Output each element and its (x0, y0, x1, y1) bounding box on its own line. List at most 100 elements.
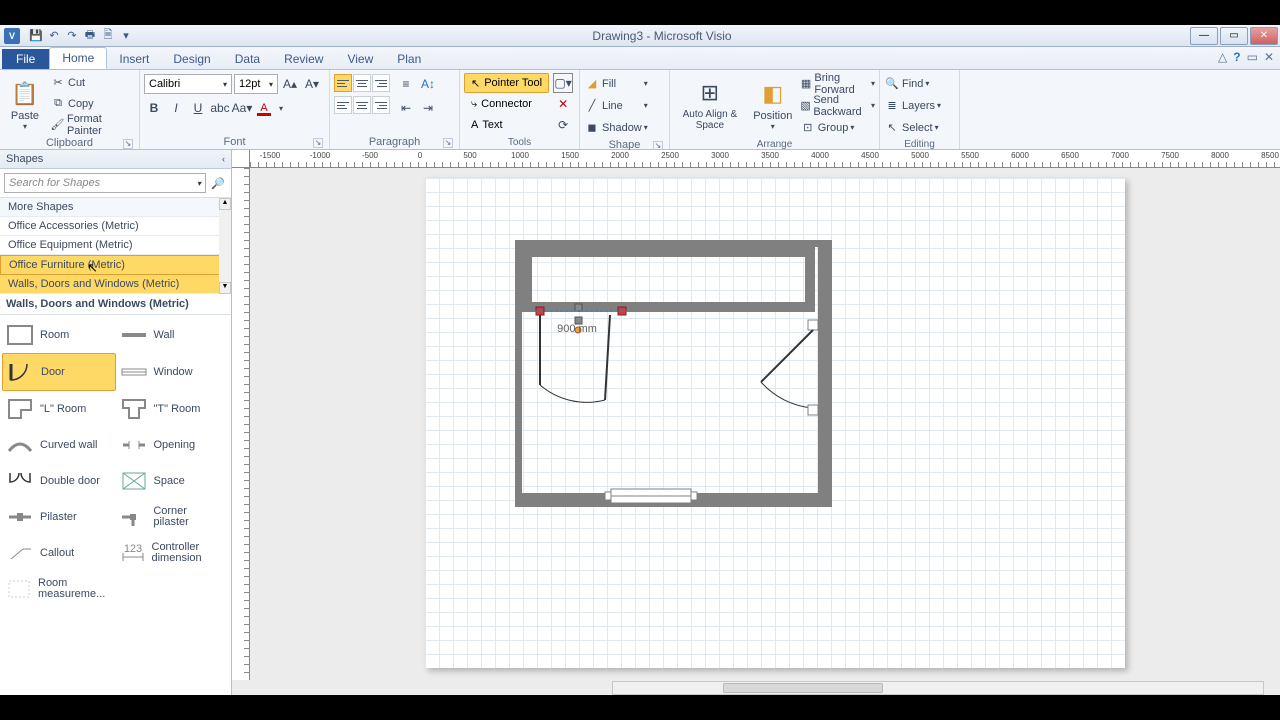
shape-space[interactable]: Space (116, 463, 230, 499)
drawing-canvas[interactable]: 900 mm (250, 168, 1280, 680)
search-dropdown-icon[interactable]: ▾ (197, 179, 201, 188)
shape-room[interactable]: Room (2, 317, 116, 353)
strikethrough-button[interactable]: abc (210, 98, 230, 118)
shape-pilaster[interactable]: Pilaster (2, 499, 116, 535)
floor-plan-drawing[interactable]: 900 mm (515, 240, 835, 520)
qat-dropdown-icon[interactable]: ▾ (118, 28, 134, 44)
shape-corner-pilaster[interactable]: Corner pilaster (116, 499, 230, 535)
selected-door-shape[interactable]: 900 mm (535, 304, 627, 402)
shape-t-room[interactable]: "T" Room (116, 391, 230, 427)
align-top-center-button[interactable] (353, 74, 371, 92)
window-restore-icon[interactable]: ▭ (1247, 50, 1258, 64)
ribbon-minimize-icon[interactable]: △ (1218, 50, 1227, 64)
copy-button[interactable]: ⧉Copy (50, 93, 135, 114)
tab-home[interactable]: Home (49, 47, 107, 69)
rotate-icon[interactable]: ⟳ (553, 115, 573, 135)
shrink-font-button[interactable]: A▾ (302, 74, 322, 94)
font-color-button[interactable]: A (254, 98, 274, 118)
decrease-indent-button[interactable]: ⇤ (396, 98, 416, 118)
shadow-button[interactable]: ◼Shadow▾ (584, 117, 648, 138)
tab-design[interactable]: Design (161, 49, 222, 69)
increase-indent-button[interactable]: ⇥ (418, 98, 438, 118)
minimize-button[interactable]: — (1190, 27, 1218, 45)
drawing-page[interactable]: 900 mm (425, 178, 1125, 668)
maximize-button[interactable]: ▭ (1220, 27, 1248, 45)
shape-callout[interactable]: Callout (2, 535, 116, 571)
stencil-office-equipment[interactable]: Office Equipment (Metric) (0, 236, 231, 255)
shapes-search-input[interactable]: Search for Shapes ▾ (4, 173, 206, 193)
select-button[interactable]: ↖Select▾ (884, 117, 941, 138)
fill-button[interactable]: ◢Fill▾ (584, 73, 648, 94)
shape-double-door[interactable]: Double door (2, 463, 116, 499)
save-icon[interactable]: 💾 (28, 28, 44, 44)
shape-controller-dimension[interactable]: 123Controller dimension (116, 535, 230, 571)
bottom-window-shape[interactable] (605, 489, 697, 503)
stencil-office-furniture[interactable]: Office Furniture (Metric) ↖ (0, 255, 231, 275)
tab-data[interactable]: Data (223, 49, 272, 69)
help-icon[interactable]: ? (1233, 50, 1240, 64)
stencil-walls-doors-windows[interactable]: Walls, Doors and Windows (Metric) (0, 275, 231, 294)
print-icon[interactable]: 🖶 (82, 28, 98, 44)
group-button[interactable]: ⊡Group▾ (800, 117, 875, 138)
find-button[interactable]: 🔍Find▾ (884, 73, 941, 94)
paragraph-dialog-launcher[interactable]: ↘ (443, 138, 453, 148)
horizontal-scrollbar[interactable] (612, 681, 1264, 695)
paste-button[interactable]: 📋 Paste ▾ (4, 72, 46, 136)
close-button[interactable]: ✕ (1250, 27, 1278, 45)
auto-align-button[interactable]: ⊞ Auto Align & Space (674, 72, 746, 136)
clipboard-dialog-launcher[interactable]: ↘ (123, 139, 133, 149)
font-dialog-launcher[interactable]: ↘ (313, 138, 323, 148)
shape-l-room[interactable]: "L" Room (2, 391, 116, 427)
font-size-combo[interactable]: 12pt▾ (234, 74, 278, 94)
right-door-shape[interactable] (761, 320, 818, 415)
shape-opening[interactable]: Opening (116, 427, 230, 463)
connector-tool-button[interactable]: ⤷Connector (464, 94, 549, 114)
align-top-left-button[interactable] (334, 74, 352, 92)
layers-button[interactable]: ≣Layers▾ (884, 95, 941, 116)
position-icon: ◧ (757, 78, 789, 110)
align-center-button[interactable] (353, 96, 371, 114)
search-button[interactable]: 🔎 (209, 173, 227, 193)
position-button[interactable]: ◧ Position ▾ (750, 72, 796, 136)
underline-button[interactable]: U (188, 98, 208, 118)
grow-font-button[interactable]: A▴ (280, 74, 300, 94)
tab-view[interactable]: View (335, 49, 385, 69)
tab-plan[interactable]: Plan (385, 49, 433, 69)
line-button[interactable]: ╱Line▾ (584, 95, 648, 116)
canvas-area: -1500-1000-50005001000150020002500300035… (232, 150, 1280, 695)
align-right-button[interactable] (372, 96, 390, 114)
shape-room-measurement[interactable]: Room measureme... (2, 571, 116, 607)
delete-icon[interactable]: ✕ (553, 94, 573, 114)
redo-icon[interactable]: ↷ (64, 28, 80, 44)
stencil-scrollbar[interactable]: ▲ ▼ (219, 198, 231, 294)
shape-window[interactable]: Window (116, 353, 230, 391)
format-painter-button[interactable]: 🖌Format Painter (50, 114, 135, 135)
rectangle-icon[interactable]: ▢▾ (553, 73, 573, 93)
case-button[interactable]: Aa▾ (232, 98, 252, 118)
bullets-button[interactable]: ≡ (396, 74, 416, 94)
send-backward-button[interactable]: ▧Send Backward▾ (800, 95, 875, 116)
italic-button[interactable]: I (166, 98, 186, 118)
collapse-icon[interactable]: ‹ (222, 154, 225, 164)
align-top-right-button[interactable] (372, 74, 390, 92)
align-left-button[interactable] (334, 96, 352, 114)
cut-button[interactable]: ✂Cut (50, 72, 135, 93)
font-name-combo[interactable]: Calibri▾ (144, 74, 232, 94)
tab-review[interactable]: Review (272, 49, 335, 69)
shape-curved-wall[interactable]: Curved wall (2, 427, 116, 463)
text-direction-button[interactable]: A↕ (418, 74, 438, 94)
tab-insert[interactable]: Insert (107, 49, 161, 69)
pointer-tool-button[interactable]: ↖Pointer Tool (464, 73, 549, 93)
tab-file[interactable]: File (2, 49, 49, 69)
shape-door[interactable]: Door (2, 353, 116, 391)
preview-icon[interactable]: 🗎 (100, 28, 116, 44)
bring-forward-button[interactable]: ▦Bring Forward▾ (800, 73, 875, 94)
shape-wall[interactable]: Wall (116, 317, 230, 353)
undo-icon[interactable]: ↶ (46, 28, 62, 44)
font-color-dropdown[interactable]: ▾ (276, 98, 286, 118)
text-tool-button[interactable]: AText (464, 115, 549, 135)
more-shapes-item[interactable]: More Shapes▸ (0, 198, 231, 217)
stencil-office-accessories[interactable]: Office Accessories (Metric) (0, 217, 231, 236)
bold-button[interactable]: B (144, 98, 164, 118)
window-close-icon[interactable]: ✕ (1264, 50, 1274, 64)
